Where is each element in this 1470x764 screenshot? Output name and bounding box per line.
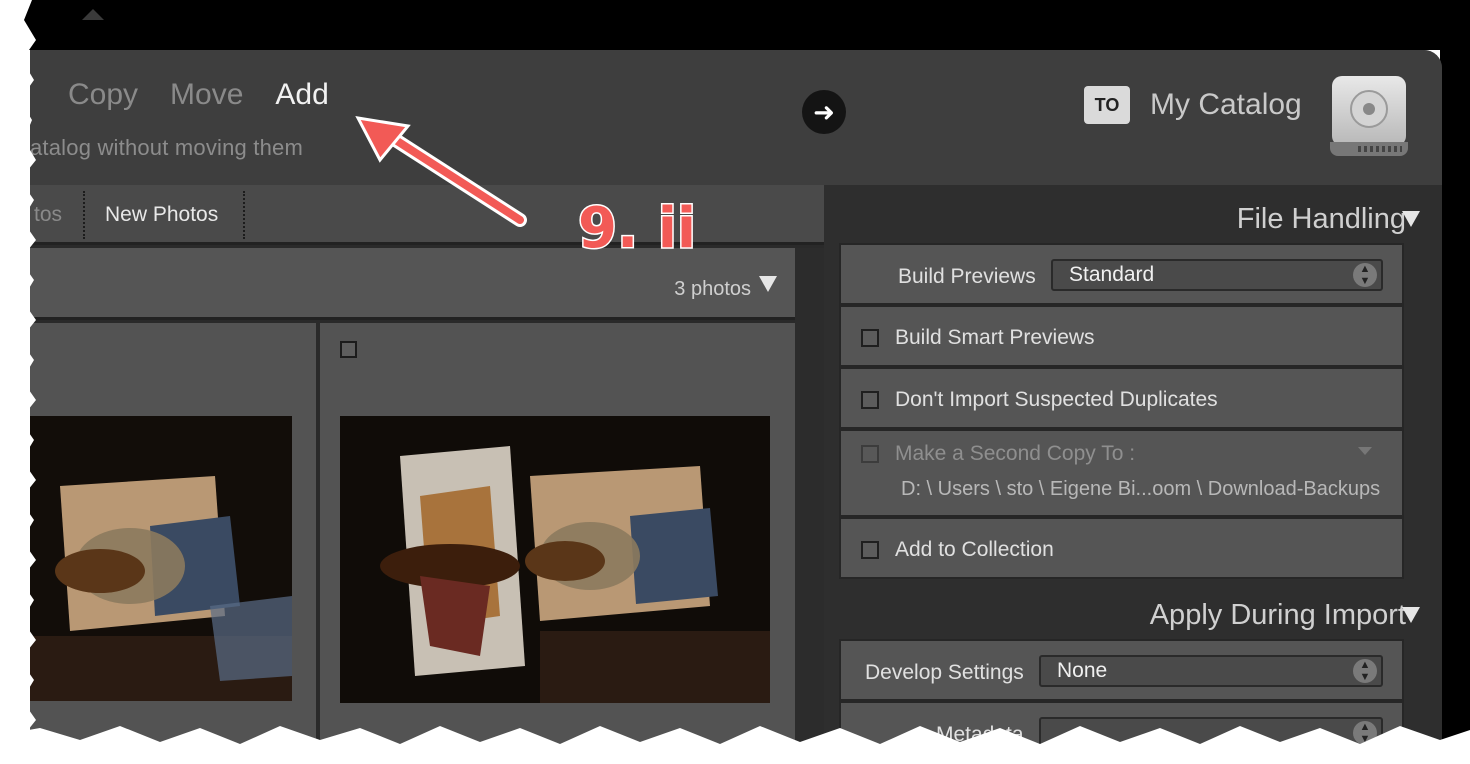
dropdown-arrow-icon[interactable] — [1358, 447, 1372, 455]
second-copy-checkbox[interactable] — [861, 445, 879, 463]
collapse-triangle-icon[interactable] — [82, 9, 104, 20]
develop-settings-select[interactable]: None ▲ ▼ — [1039, 655, 1383, 687]
disclosure-triangle-icon[interactable] — [1402, 211, 1420, 227]
dont-import-duplicates-checkbox[interactable] — [861, 391, 879, 409]
photo-cell[interactable] — [30, 323, 316, 750]
photo-thumbnail[interactable] — [30, 416, 292, 701]
second-copy-label: Make a Second Copy To : — [895, 442, 1136, 465]
mode-add[interactable]: Add — [275, 78, 328, 112]
second-copy-path: D: \ Users \ sto \ Eigene Bi...oom \ Dow… — [901, 478, 1381, 500]
photo-cell[interactable] — [320, 323, 795, 750]
build-previews-label: Build Previews — [898, 265, 1036, 288]
top-backdrop — [0, 0, 1470, 50]
mode-copy[interactable]: Copy — [68, 78, 138, 112]
source-grid-pane: tos New Photos 3 photos — [30, 185, 824, 750]
photo-count: 3 photos — [674, 278, 751, 300]
disclosure-triangle-icon[interactable] — [1402, 607, 1420, 623]
add-to-collection-label: Add to Collection — [895, 538, 1054, 561]
import-dialog: Copy Move Add atalog without moving them… — [30, 50, 1442, 763]
tab-new-photos[interactable]: New Photos — [105, 203, 218, 227]
dont-import-duplicates-label: Don't Import Suspected Duplicates — [895, 388, 1218, 411]
destination-catalog-name[interactable]: My Catalog — [1150, 88, 1302, 122]
build-smart-previews-row: Build Smart Previews — [839, 305, 1404, 367]
build-smart-previews-label: Build Smart Previews — [895, 326, 1095, 349]
metadata-label: Metadata — [936, 723, 1024, 746]
disclosure-triangle-icon[interactable] — [759, 276, 777, 292]
dont-import-duplicates-row: Don't Import Suspected Duplicates — [839, 367, 1404, 429]
hard-drive-icon — [1328, 76, 1410, 160]
mode-description: atalog without moving them — [30, 135, 304, 160]
metadata-row: Metadata ▲ ▼ — [839, 701, 1404, 763]
annotation-step-label: 9. ii — [576, 195, 697, 263]
right-backdrop — [1440, 0, 1470, 764]
build-previews-select[interactable]: Standard ▲ ▼ — [1051, 259, 1383, 291]
develop-settings-label: Develop Settings — [865, 661, 1024, 684]
photo-checkbox[interactable] — [340, 341, 357, 358]
develop-settings-value: None — [1057, 659, 1108, 682]
to-badge: TO — [1084, 86, 1130, 124]
second-copy-row: Make a Second Copy To : D: \ Users \ sto… — [839, 429, 1404, 517]
add-to-collection-row: Add to Collection — [839, 517, 1404, 579]
settings-pane: File Handling Build Previews Standard ▲ ▼… — [824, 185, 1442, 763]
metadata-select[interactable]: ▲ ▼ — [1039, 717, 1383, 749]
stepper-arrows-icon: ▲ ▼ — [1353, 721, 1377, 745]
tab-divider — [83, 191, 85, 239]
screenshot-frame: Copy Move Add atalog without moving them… — [0, 0, 1470, 764]
file-handling-header[interactable]: File Handling — [1237, 203, 1406, 236]
develop-settings-row: Develop Settings None ▲ ▼ — [839, 639, 1404, 701]
build-previews-value: Standard — [1069, 263, 1155, 286]
import-header: Copy Move Add atalog without moving them… — [30, 50, 1442, 185]
mode-move[interactable]: Move — [170, 78, 243, 112]
stepper-arrows-icon: ▲ ▼ — [1353, 659, 1377, 683]
arrow-right-icon: ➜ — [802, 90, 846, 134]
stepper-arrows-icon: ▲ ▼ — [1353, 263, 1377, 287]
annotation-arrow-icon — [355, 116, 527, 227]
tab-all-photos[interactable]: tos — [34, 203, 62, 227]
add-to-collection-checkbox[interactable] — [861, 541, 879, 559]
tab-divider — [243, 191, 245, 239]
build-previews-row: Build Previews Standard ▲ ▼ — [839, 243, 1404, 305]
build-smart-previews-checkbox[interactable] — [861, 329, 879, 347]
photo-thumbnail[interactable] — [340, 416, 770, 703]
grid-scrollbar[interactable] — [795, 248, 824, 750]
import-mode-bar: Copy Move Add — [68, 78, 329, 112]
apply-during-import-header[interactable]: Apply During Import — [1150, 599, 1406, 632]
